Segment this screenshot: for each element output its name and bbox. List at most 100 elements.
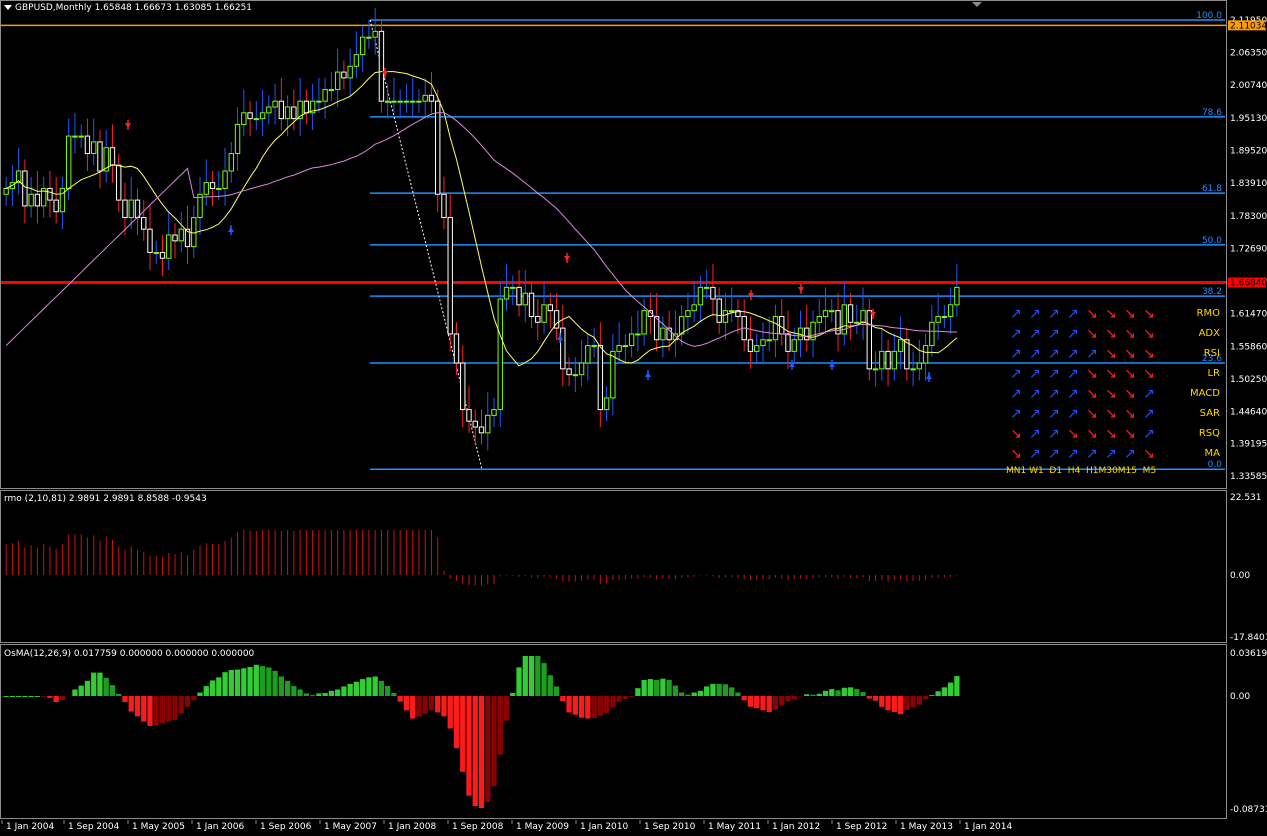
time-axis-label: 1 Sep 2012	[836, 822, 887, 832]
time-axis-label: 1 Jan 2014	[964, 822, 1012, 832]
price-scale-label: 1.89520	[1230, 147, 1267, 157]
arrow-up-right-icon: ↗	[1067, 346, 1079, 362]
arrow-up-right-icon: ↗	[1010, 366, 1022, 382]
price-scale-label: 2.06350	[1230, 49, 1267, 59]
arrow-up-right-icon: ↗	[1067, 366, 1079, 382]
arrow-up-right-icon: ↗	[1010, 306, 1022, 322]
arrow-down-right-icon: ↘	[1124, 306, 1136, 322]
arrow-up-right-icon: ↗	[1029, 306, 1041, 322]
arrow-up-right-icon: ↗	[1048, 306, 1060, 322]
arrow-up-right-icon: ↗	[1029, 426, 1041, 442]
arrow-up-right-icon: ↗	[1029, 346, 1041, 362]
time-axis-label: 1 Jan 2004	[6, 822, 54, 832]
arrow-down-right-icon: ↘	[1124, 366, 1136, 382]
arrow-down-right-icon: ↘	[1124, 406, 1136, 422]
time-axis-label: 1 Jan 2008	[388, 822, 436, 832]
rmo-scale-label: 0.00	[1230, 571, 1250, 581]
arrow-up-right-icon: ↗	[1143, 426, 1155, 442]
arrow-up-right-icon: ↗	[1048, 326, 1060, 342]
arrow-down-right-icon: ↘	[1067, 426, 1079, 442]
rmo-scale-label: -17.8401	[1230, 633, 1267, 643]
arrow-up-right-icon: ↗	[1067, 306, 1079, 322]
arrow-up-right-icon: ↗	[1143, 386, 1155, 402]
time-axis-label: 1 May 2011	[708, 822, 761, 832]
arrow-up-right-icon: ↗	[1010, 386, 1022, 402]
symbol-header-text: GBPUSD,Monthly 1.65848 1.66673 1.63085 1…	[15, 3, 253, 13]
arrow-up-right-icon: ↗	[1086, 346, 1098, 362]
time-axis-label: 1 May 2007	[324, 822, 377, 832]
arrow-up-right-icon: ↗	[1105, 446, 1117, 462]
arrow-up-right-icon: ↗	[1010, 406, 1022, 422]
time-axis-label: 1 May 2005	[132, 822, 185, 832]
signal-row-label: RSQ	[1198, 428, 1220, 439]
signal-row: ↗ ↗ ↗ ↗ ↘ ↘ ↘ ↘ RMO	[1010, 306, 1220, 324]
arrow-down-right-icon: ↘	[1124, 326, 1136, 342]
signal-row: ↗ ↗ ↗ ↗ ↘ ↘ ↘ ↗ MACD	[1010, 386, 1220, 404]
signal-row-label: LR	[1207, 368, 1220, 379]
arrow-up-right-icon: ↗	[1029, 446, 1041, 462]
signal-table: ↗ ↗ ↗ ↗ ↘ ↘ ↘ ↘ RMO ↗ ↗ ↗ ↗ ↘ ↘ ↘ ↘ ADX ↗ ↗ ↗ ↗ ↗ ↘ ↘ ↘ RSI ↗ ↗ ↗ ↗ ↘ ↘ ↘…	[1006, 306, 1220, 478]
arrow-down-right-icon: ↘	[1124, 426, 1136, 442]
arrow-up-right-icon: ↗	[1048, 426, 1060, 442]
price-scale-label: 1.95130	[1230, 114, 1267, 124]
arrow-up-right-icon: ↗	[1048, 446, 1060, 462]
signal-row-label: ADX	[1198, 328, 1220, 339]
osma-pane-border	[0, 644, 1227, 819]
arrow-down-right-icon: ↘	[1105, 366, 1117, 382]
price-scale-label: 1.50250	[1230, 375, 1267, 385]
dropdown-icon[interactable]	[4, 5, 12, 10]
osma-scale-label: 0.036198	[1230, 649, 1267, 659]
arrow-up-right-icon: ↗	[1067, 386, 1079, 402]
arrow-down-right-icon: ↘	[1086, 306, 1098, 322]
arrow-up-right-icon: ↗	[1029, 406, 1041, 422]
rmo-scale-label: 22.531	[1230, 493, 1262, 503]
time-axis-label: 1 May 2013	[900, 822, 953, 832]
time-axis-label: 1 Jan 2012	[772, 822, 820, 832]
arrow-down-right-icon: ↘	[1143, 306, 1155, 322]
arrow-up-right-icon: ↗	[1048, 366, 1060, 382]
arrow-down-right-icon: ↘	[1105, 386, 1117, 402]
rmo-header: rmo (2,10,81) 2.9891 2.9891 8.8588 -0.95…	[4, 494, 207, 504]
arrow-down-right-icon: ↘	[1105, 426, 1117, 442]
arrow-down-right-icon: ↘	[1143, 446, 1155, 462]
price-scale-label: 1.83910	[1230, 179, 1267, 189]
arrow-down-right-icon: ↘	[1143, 346, 1155, 362]
arrow-up-right-icon: ↗	[1086, 446, 1098, 462]
arrow-up-right-icon: ↗	[1010, 326, 1022, 342]
arrow-down-right-icon: ↘	[1086, 426, 1098, 442]
signal-row: ↗ ↗ ↗ ↗ ↘ ↘ ↘ ↘ LR	[1010, 366, 1220, 384]
time-axis-label: 1 Jan 2006	[196, 822, 244, 832]
price-scale-label: 1.78300	[1230, 212, 1267, 222]
rmo-pane-border	[0, 490, 1227, 643]
arrow-up-right-icon: ↗	[1048, 386, 1060, 402]
arrow-down-right-icon: ↘	[1143, 366, 1155, 382]
arrow-down-right-icon: ↘	[1124, 346, 1136, 362]
signal-row: ↘ ↗ ↗ ↗ ↗ ↗ ↗ ↘ MA	[1010, 446, 1220, 464]
arrow-up-right-icon: ↗	[1048, 346, 1060, 362]
price-scale-label: 1.61470	[1230, 310, 1267, 320]
arrow-down-right-icon: ↘	[1105, 406, 1117, 422]
signal-row-label: MACD	[1190, 388, 1220, 399]
signal-row: ↗ ↗ ↗ ↗ ↗ ↘ ↘ ↘ RSI	[1010, 346, 1220, 364]
time-axis-label: 1 Sep 2006	[260, 822, 312, 832]
time-axis-label: 1 Sep 2008	[452, 822, 504, 832]
arrow-up-right-icon: ↗	[1029, 326, 1041, 342]
arrow-down-right-icon: ↘	[1010, 426, 1022, 442]
arrow-down-right-icon: ↘	[1086, 366, 1098, 382]
price-scale-label: 2.00740	[1230, 81, 1267, 91]
arrow-up-right-icon: ↗	[1029, 386, 1041, 402]
osma-scale-label: -0.087319	[1230, 805, 1267, 815]
arrow-up-right-icon: ↗	[1067, 406, 1079, 422]
time-axis-label: 1 Sep 2010	[644, 822, 696, 832]
arrow-down-right-icon: ↘	[1086, 326, 1098, 342]
time-axis-label: 1 Sep 2004	[68, 822, 120, 832]
arrow-down-right-icon: ↘	[1105, 346, 1117, 362]
arrow-up-right-icon: ↗	[1029, 366, 1041, 382]
price-scale-label: 1.39195	[1230, 439, 1267, 449]
osma-scale-label: 0.00	[1230, 692, 1250, 702]
signal-row: ↗ ↗ ↗ ↗ ↘ ↘ ↘ ↗ SAR	[1010, 406, 1220, 424]
arrow-down-right-icon: ↘	[1105, 326, 1117, 342]
price-scale-label: 1.55860	[1230, 342, 1267, 352]
signal-row-label: RMO	[1196, 308, 1220, 319]
time-axis-label: 1 Jan 2010	[580, 822, 628, 832]
